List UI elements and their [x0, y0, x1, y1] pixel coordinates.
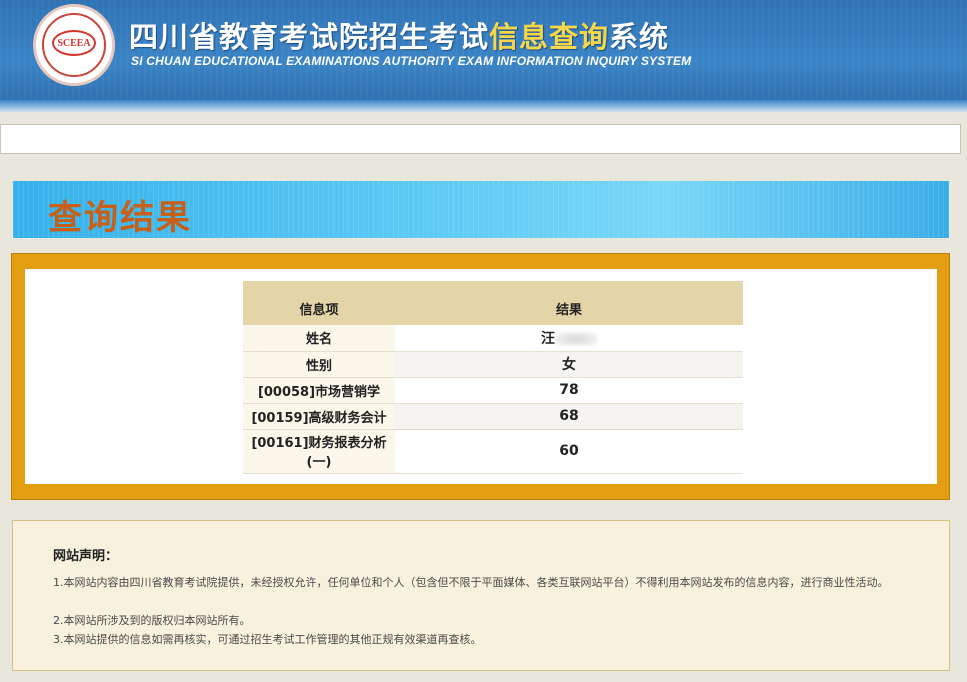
row-item-course3: [00161]财务报表分析(一)	[243, 429, 395, 474]
row-item-name: 姓名	[243, 325, 395, 352]
sceea-logo-icon: SCEEA	[33, 4, 115, 86]
result-table: 信息项 结果 姓名 汪 性别 女 [00058]市场营销学 78 [00159]…	[243, 281, 743, 474]
notice-title: 网站声明：	[53, 549, 119, 564]
site-subtitle: SI CHUAN EDUCATIONAL EXAMINATIONS AUTHOR…	[131, 54, 692, 68]
result-banner: 查询结果	[13, 181, 949, 238]
name-value: 汪	[541, 330, 555, 347]
header-result: 结果	[395, 281, 743, 325]
notice-line-1: 1.本网站内容由四川省教育考试院提供，未经授权允许，任何单位和个人（包含但不限于…	[53, 576, 889, 589]
site-notice: 网站声明： 1.本网站内容由四川省教育考试院提供，未经授权允许，任何单位和个人（…	[12, 520, 950, 671]
logo-mark: SCEEA	[52, 30, 96, 56]
table-row: 姓名 汪	[243, 325, 743, 352]
table-row: [00159]高级财务会计 68	[243, 403, 743, 430]
row-value-course3: 60	[395, 429, 743, 474]
table-row: [00058]市场营销学 78	[243, 377, 743, 404]
row-value-name: 汪	[395, 325, 743, 352]
result-frame: 信息项 结果 姓名 汪 性别 女 [00058]市场营销学 78 [00159]…	[11, 253, 950, 500]
table-row: [00161]财务报表分析(一) 60	[243, 429, 743, 474]
site-title-highlight: 信息查询	[489, 20, 610, 54]
row-item-course1: [00058]市场营销学	[243, 377, 395, 404]
site-title-part2: 系统	[609, 20, 670, 54]
site-header: SCEEA 四川省教育考试院招生考试信息查询系统 SI CHUAN EDUCAT…	[0, 0, 967, 112]
result-title: 查询结果	[48, 198, 192, 238]
site-title-part1: 四川省教育考试院招生考试	[129, 20, 490, 54]
result-panel: 信息项 结果 姓名 汪 性别 女 [00058]市场营销学 78 [00159]…	[25, 269, 937, 484]
redacted-blur	[555, 331, 597, 346]
site-title: 四川省教育考试院招生考试信息查询系统	[129, 14, 669, 56]
row-value-course2: 68	[395, 403, 743, 430]
row-value-course1: 78	[395, 377, 743, 404]
row-item-course2: [00159]高级财务会计	[243, 403, 395, 430]
header-item: 信息项	[243, 281, 395, 325]
nav-bar	[0, 124, 961, 154]
row-value-gender: 女	[395, 351, 743, 378]
row-item-gender: 性别	[243, 351, 395, 378]
table-row: 性别 女	[243, 351, 743, 378]
notice-line-2: 2.本网站所涉及到的版权归本网站所有。	[53, 614, 251, 627]
notice-line-3: 3.本网站提供的信息如需再核实，可通过招生考试工作管理的其他正规有效渠道再查核。	[53, 633, 482, 646]
